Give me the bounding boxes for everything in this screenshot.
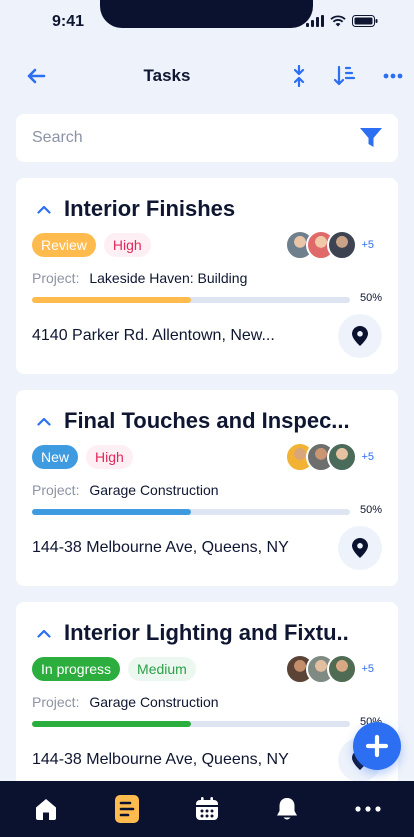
status-badge: New xyxy=(32,445,79,469)
battery-icon xyxy=(352,15,378,27)
nav-more[interactable] xyxy=(344,785,392,833)
progress-percent: 50% xyxy=(359,504,382,516)
task-title: Interior Finishes xyxy=(64,196,236,221)
task-title: Final Touches and Inspec... xyxy=(64,408,350,433)
progress-bar xyxy=(32,297,350,303)
progress-bar xyxy=(32,721,350,727)
task-card-header[interactable]: Final Touches and Inspec... xyxy=(34,408,350,434)
chevron-up-icon xyxy=(34,623,54,643)
project-row: Project: Garage Construction xyxy=(32,482,219,498)
status-bar: 9:41 xyxy=(0,0,414,44)
progress-percent: 50% xyxy=(359,292,382,304)
chevron-up-icon xyxy=(34,199,54,219)
project-name: Garage Construction xyxy=(89,694,219,710)
task-address: 144-38 Melbourne Ave, Queens, NY xyxy=(32,751,289,768)
map-pin-icon xyxy=(352,538,368,558)
collapse-button[interactable] xyxy=(287,64,311,88)
task-card[interactable]: Interior Finishes Review High +5 Project… xyxy=(16,178,398,374)
task-address: 4140 Parker Rd. Allentown, New... xyxy=(32,327,275,344)
status-badge: In progress xyxy=(32,657,121,681)
task-tags: New High xyxy=(32,445,133,469)
add-task-button[interactable] xyxy=(353,722,401,770)
more-dots-icon xyxy=(383,73,403,79)
task-card[interactable]: Interior Lighting and Fixtu.. In progres… xyxy=(16,602,398,798)
task-card[interactable]: Final Touches and Inspec... New High +5 … xyxy=(16,390,398,586)
page-title: Tasks xyxy=(143,66,191,85)
calendar-icon xyxy=(195,797,218,820)
task-tags: Review High xyxy=(32,233,151,257)
signal-icon xyxy=(306,15,324,27)
notch xyxy=(100,0,313,28)
location-button[interactable] xyxy=(338,526,382,570)
progress-bar xyxy=(32,509,350,515)
search-input[interactable] xyxy=(32,129,358,147)
extra-assignees-count: +5 xyxy=(361,663,374,675)
priority-badge: Medium xyxy=(128,657,196,681)
bottom-nav xyxy=(0,781,414,837)
progress-fill xyxy=(32,297,191,303)
status-icons xyxy=(306,15,378,27)
priority-badge: High xyxy=(103,233,151,257)
tasks-icon xyxy=(114,795,139,823)
avatar xyxy=(327,442,358,472)
map-pin-icon xyxy=(352,326,368,346)
task-tags: In progress Medium xyxy=(32,657,196,681)
project-label: Project: xyxy=(32,694,80,710)
progress-fill xyxy=(32,721,191,727)
project-label: Project: xyxy=(32,482,80,498)
assignee-avatars[interactable]: +5 xyxy=(285,442,374,472)
home-icon xyxy=(36,799,57,820)
plus-icon xyxy=(365,734,389,758)
location-button[interactable] xyxy=(338,314,382,358)
avatar xyxy=(327,230,358,260)
assignee-avatars[interactable]: +5 xyxy=(285,654,374,684)
assignee-avatars[interactable]: +5 xyxy=(285,230,374,260)
avatar xyxy=(327,654,358,684)
sort-button[interactable] xyxy=(333,64,357,88)
project-name: Garage Construction xyxy=(89,482,219,498)
project-label: Project: xyxy=(32,270,80,286)
sort-icon xyxy=(333,65,356,86)
task-card-header[interactable]: Interior Finishes xyxy=(34,196,235,222)
nav-home[interactable] xyxy=(22,785,70,833)
progress-fill xyxy=(32,509,191,515)
project-row: Project: Garage Construction xyxy=(32,694,219,710)
filter-icon xyxy=(360,128,382,147)
task-title: Interior Lighting and Fixtu.. xyxy=(64,620,349,645)
extra-assignees-count: +5 xyxy=(361,239,374,251)
status-badge: Review xyxy=(32,233,96,257)
priority-badge: High xyxy=(86,445,133,469)
task-address: 144-38 Melbourne Ave, Queens, NY xyxy=(32,539,289,556)
project-name: Lakeside Haven: Building xyxy=(89,270,248,286)
more-dots-icon xyxy=(355,806,381,812)
collapse-icon xyxy=(293,65,305,87)
nav-calendar[interactable] xyxy=(183,785,231,833)
search-bar xyxy=(16,114,398,162)
project-row: Project: Lakeside Haven: Building xyxy=(32,270,247,286)
task-card-header[interactable]: Interior Lighting and Fixtu.. xyxy=(34,620,349,646)
extra-assignees-count: +5 xyxy=(361,451,374,463)
status-time: 9:41 xyxy=(52,13,85,30)
chevron-up-icon xyxy=(34,411,54,431)
wifi-icon xyxy=(330,15,346,27)
more-button[interactable] xyxy=(381,64,405,88)
bell-icon xyxy=(277,798,298,820)
nav-notifications[interactable] xyxy=(263,785,311,833)
filter-button[interactable] xyxy=(358,125,384,151)
nav-tasks[interactable] xyxy=(103,785,151,833)
header: Tasks xyxy=(0,58,414,94)
